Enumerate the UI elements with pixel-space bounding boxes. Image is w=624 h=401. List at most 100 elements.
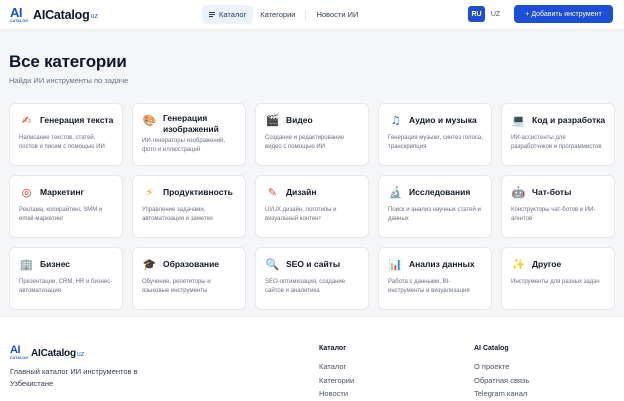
office-building-icon: 🏢 [19,258,34,271]
category-card[interactable]: 📊 Анализ данных Работа с данными, BI-инстр… [378,247,492,310]
nav-item-categories[interactable]: Категории [253,5,302,24]
category-card[interactable]: 🤖 Чат-боты Конструкторы чат-ботов и ИИ-аге… [501,175,615,238]
category-title: Образование [163,259,220,269]
category-description: Инструменты для разных задач [511,279,600,285]
logo-mark-letters: AI [10,5,23,20]
category-title: Аудио и музыка [409,115,477,125]
category-card-head: ⚡ Продуктивность [142,185,237,200]
logo-mark-sub: CATALOG [10,19,29,23]
logo-mark-icon: AI CATALOG [10,344,29,361]
category-card[interactable]: 🏢 Бизнес Презентации, CRM, HR и бизнес-авт… [9,247,123,310]
footer-col-title: AI Catalog [474,345,509,352]
category-card[interactable]: 🎓 Образование Обучение, репетиторы и языко… [132,247,246,310]
category-title: Генерация изображений [163,113,219,134]
category-card[interactable]: 🔬 Исследования Поиск и анализ научных стат… [378,175,492,238]
category-card-head: 🔬 Исследования [388,185,483,200]
category-card-head: ◎ Маркетинг [19,185,114,200]
category-card[interactable]: 🎬 Видео Создание и редактирование видео с … [255,103,369,166]
category-card[interactable]: 🎨 Генерация изображений ИИ-генераторы изоб… [132,103,246,166]
target-icon: ◎ [21,186,32,199]
category-title: Исследования [409,187,471,197]
footer-col-catalog: Каталог Каталог Категории Новости [319,345,354,401]
category-card[interactable]: ✨ Другое Инструменты для разных задач [501,247,615,310]
footer-link-about[interactable]: О проекте [474,360,529,374]
site-footer: AI CATALOG AICatalog uz Главный каталог … [0,316,624,401]
sparkles-icon: ✨ [511,258,526,271]
category-title: Другое [532,259,562,269]
page-subtitle: Найди ИИ инструменты по задаче [9,76,129,85]
category-title: Код и разработка [532,115,606,125]
nav-item-label: Каталог [219,10,247,19]
category-description: Генерация музыки, синтез голоса, транскр… [388,135,483,150]
music-note-icon: ♫ [390,114,401,127]
logo-mark-sub: CATALOG [10,356,29,360]
category-title: Продуктивность [163,187,233,197]
category-card-head: ✍ Генерация текста [19,113,114,128]
list-icon [209,12,215,17]
language-ru-button[interactable]: RU [468,6,485,22]
robot-icon: 🤖 [511,186,526,199]
nav-item-ai-news[interactable]: Новости ИИ [309,5,365,24]
footer-col-title: Каталог [319,345,347,352]
category-description: Обучение, репетиторы и языковые инструме… [142,279,211,294]
category-description: Управление задачами, автоматизация и зам… [142,207,213,222]
category-card[interactable]: 🔍 SEO и сайты SEO-оптимизация, создание са… [255,247,369,310]
category-card-head: 🔍 SEO и сайты [265,257,360,272]
category-card-head: ✎ Дизайн [265,185,360,200]
laptop-icon: 💻 [511,114,526,127]
category-title: Бизнес [40,259,71,269]
category-description: Создание и редактирование видео с помощь… [265,135,345,150]
category-title: Генерация текста [40,115,114,125]
category-card[interactable]: ⚡ Продуктивность Управление задачами, авто… [132,175,246,238]
nav-item-label: Категории [260,10,296,19]
category-description: ИИ-ассистенты для разработчиков и програ… [511,135,602,150]
category-card[interactable]: 💻 Код и разработка ИИ-ассистенты для разра… [501,103,615,166]
category-card[interactable]: ✍ Генерация текста Написание текстов, стат… [9,103,123,166]
footer-link-feedback[interactable]: Обратная связь [474,374,529,388]
writing-hand-icon: ✍ [21,114,32,127]
footer-logo[interactable]: AI CATALOG AICatalog uz [10,344,84,361]
category-card[interactable]: ✎ Дизайн UI/UX дизайн, логотипы и визуальн… [255,175,369,238]
footer-col-ai-catalog: AI Catalog О проекте Обратная связь Tele… [474,345,529,401]
pencil-icon: ✎ [267,186,278,199]
category-title: Маркетинг [40,187,85,197]
logo-name: AICatalog [33,8,90,22]
footer-link-telegram[interactable]: Telegram канал [474,387,529,401]
category-description: ИИ-генераторы изображений, фото и иллюст… [142,138,226,153]
footer-link-news[interactable]: Новости [319,387,354,401]
category-description: UI/UX дизайн, логотипы и визуальный конт… [265,207,337,222]
category-title: Видео [286,115,313,125]
category-card-head: 🎨 Генерация изображений [142,113,237,135]
logo-name: AICatalog [31,347,76,359]
category-description: Поиск и анализ научных статей и данных [388,207,481,222]
category-description: SEO-оптимизация, создание сайтов и анали… [265,279,346,294]
category-card-head: ♫ Аудио и музыка [388,113,483,128]
category-description: Презентации, CRM, HR и бизнес-автоматиза… [19,279,113,294]
footer-link-catalog[interactable]: Каталог [319,360,354,374]
category-card-head: ✨ Другое [511,257,606,272]
palette-icon: 🎨 [142,114,157,127]
category-description: Реклама, копирайтинг, SMM и email-маркет… [19,207,103,222]
category-grid: ✍ Генерация текста Написание текстов, стат… [9,103,615,310]
nav-item-label: Новости ИИ [316,10,359,19]
category-title: Дизайн [286,187,317,197]
category-title: Анализ данных [409,259,475,269]
category-card-head: 🎬 Видео [265,113,360,128]
film-icon: 🎬 [265,114,280,127]
category-card[interactable]: ◎ Маркетинг Реклама, копирайтинг, SMM и em… [9,175,123,238]
language-uz-button[interactable]: UZ [487,6,504,22]
nav-item-catalog[interactable]: Каталог [202,5,254,24]
category-card-head: 💻 Код и разработка [511,113,606,128]
add-tool-button[interactable]: + Добавить инструмент [514,5,613,23]
category-card-head: 🏢 Бизнес [19,257,114,272]
magnifier-icon: 🔍 [265,258,280,271]
footer-link-categories[interactable]: Категории [319,374,354,388]
category-title: SEO и сайты [286,259,341,269]
category-description: Написание текстов, статей, постов и писе… [19,135,105,150]
category-card[interactable]: ♫ Аудио и музыка Генерация музыки, синтез … [378,103,492,166]
category-card-head: 🤖 Чат-боты [511,185,606,200]
logo-tld: uz [90,13,98,20]
page-title: Все категории [9,52,127,71]
site-logo[interactable]: AI CATALOG AICatalog uz [10,5,98,24]
footer-about: Главный каталог ИИ инструментов в Узбеки… [10,367,138,388]
